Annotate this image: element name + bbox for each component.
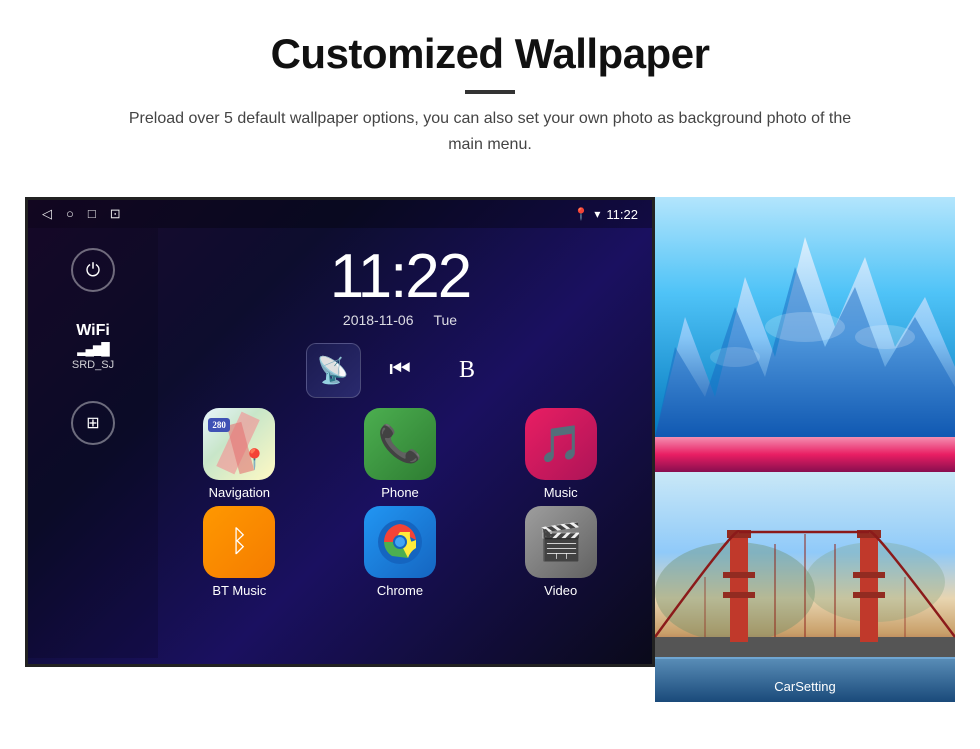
- navigation-label: Navigation: [209, 485, 270, 500]
- music-label: Music: [544, 485, 578, 500]
- quick-launch: 📡 ⏮ B: [158, 343, 642, 398]
- page-header: Customized Wallpaper Preload over 5 defa…: [0, 0, 980, 177]
- page-wrapper: Customized Wallpaper Preload over 5 defa…: [0, 0, 980, 732]
- wifi-ssid: SRD_SJ: [72, 359, 114, 371]
- right-panel: CarSetting: [655, 197, 955, 702]
- app-grid-row1: 280 📍 Navigation 📞 Phone 🎵: [158, 408, 642, 500]
- apps-grid-button[interactable]: ⊞: [71, 401, 115, 445]
- phone-icon: 📞: [364, 408, 436, 480]
- power-button[interactable]: ⏻: [71, 248, 115, 292]
- wallpaper-middle-strip: [655, 437, 955, 472]
- app-navigation[interactable]: 280 📍 Navigation: [163, 408, 316, 500]
- date-left: 2018-11-06: [343, 312, 414, 328]
- wallpaper-ice: [655, 197, 955, 437]
- bluetooth-symbol: ᛒ: [230, 525, 248, 559]
- app-grid-row2: ᛒ BT Music: [158, 506, 642, 598]
- clock-time: 11:22: [158, 246, 642, 308]
- android-screen: ◁ ○ □ ⊡ 📍 ▾ 11:22 ⏻ WiFi: [25, 197, 655, 667]
- chrome-icon: [364, 506, 436, 578]
- video-label: Video: [544, 583, 577, 598]
- music-icon: 🎵: [525, 408, 597, 480]
- bluetooth-quick-icon[interactable]: B: [440, 343, 495, 398]
- radio-quick-icon[interactable]: 📡: [306, 343, 361, 398]
- navigation-icon: 280 📍: [203, 408, 275, 480]
- page-title: Customized Wallpaper: [60, 30, 920, 78]
- wifi-bars: ▂▄▆█: [72, 342, 114, 357]
- wallpaper-bridge: CarSetting: [655, 472, 955, 702]
- car-setting-item[interactable]: CarSetting: [655, 675, 955, 694]
- screenshot-icon[interactable]: ⊡: [110, 206, 121, 222]
- status-right: 📍 ▾ 11:22: [573, 207, 638, 222]
- bridge-svg: [655, 472, 955, 702]
- radio-wave: 📡: [317, 356, 349, 386]
- center-content: 11:22 2018-11-06 Tue 📡 ⏮ B: [158, 228, 652, 658]
- chrome-label: Chrome: [377, 583, 423, 598]
- app-phone[interactable]: 📞 Phone: [324, 408, 477, 500]
- wallpaper-middle-bar: [655, 437, 955, 472]
- signal-icon: ▾: [594, 207, 600, 221]
- bt-music-icon: ᛒ: [203, 506, 275, 578]
- car-setting-label: CarSetting: [774, 679, 835, 694]
- app-chrome[interactable]: Chrome: [324, 506, 477, 598]
- bt-music-label: BT Music: [212, 583, 266, 598]
- phone-label: Phone: [381, 485, 419, 500]
- bridge-scene-bg: CarSetting: [655, 472, 955, 702]
- ice-svg: [655, 197, 955, 437]
- clock-area: 11:22 2018-11-06 Tue: [158, 238, 642, 343]
- chrome-svg: [378, 520, 422, 564]
- clock-date: 2018-11-06 Tue: [158, 312, 642, 328]
- page-subtitle: Preload over 5 default wallpaper options…: [110, 106, 870, 157]
- main-content: ◁ ○ □ ⊡ 📍 ▾ 11:22 ⏻ WiFi: [0, 177, 980, 732]
- maps-number: 280: [208, 418, 230, 432]
- location-icon: 📍: [573, 207, 588, 221]
- prev-track-icon[interactable]: ⏮: [373, 343, 428, 398]
- status-bar: ◁ ○ □ ⊡ 📍 ▾ 11:22: [28, 200, 652, 228]
- status-time: 11:22: [606, 207, 638, 222]
- wifi-label: WiFi: [72, 322, 114, 340]
- screen-body: ⏻ WiFi ▂▄▆█ SRD_SJ ⊞ 11:22 2018-11-06: [28, 228, 652, 658]
- home-icon[interactable]: ○: [66, 206, 74, 222]
- title-divider: [465, 90, 515, 94]
- back-icon[interactable]: ◁: [42, 206, 52, 222]
- app-music[interactable]: 🎵 Music: [484, 408, 637, 500]
- date-right: Tue: [433, 312, 457, 328]
- maps-pin: 📍: [242, 447, 267, 472]
- app-video[interactable]: 🎬 Video: [484, 506, 637, 598]
- video-icon: 🎬: [525, 506, 597, 578]
- wifi-info: WiFi ▂▄▆█ SRD_SJ: [72, 322, 114, 371]
- app-bt-music[interactable]: ᛒ BT Music: [163, 506, 316, 598]
- left-sidebar: ⏻ WiFi ▂▄▆█ SRD_SJ ⊞: [28, 228, 158, 658]
- recents-icon[interactable]: □: [88, 206, 96, 222]
- ice-bg: [655, 197, 955, 437]
- nav-icons: ◁ ○ □ ⊡: [42, 206, 121, 222]
